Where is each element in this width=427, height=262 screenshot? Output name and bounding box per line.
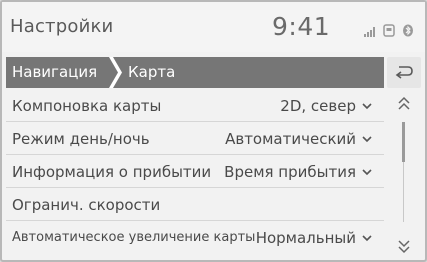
bluetooth-icon — [402, 22, 414, 41]
setting-row-day-night-mode[interactable]: Режим день/ночь Автоматический — [6, 123, 384, 155]
back-arrow-icon — [395, 66, 413, 79]
signal-icon — [364, 22, 378, 41]
setting-value: Автоматический — [225, 130, 356, 148]
double-chevron-up-icon[interactable] — [397, 96, 411, 112]
setting-value: Нормальный — [255, 229, 356, 247]
setting-row-map-layout[interactable]: Компоновка карты 2D, север — [6, 90, 384, 122]
page-title: Настройки — [10, 16, 114, 37]
double-chevron-down-icon[interactable] — [397, 238, 411, 254]
status-icons — [364, 22, 420, 37]
breadcrumb: Навигация Карта — [6, 57, 384, 88]
phone-icon — [383, 22, 395, 41]
setting-row-speed-limit[interactable]: Огранич. скорости — [6, 189, 384, 221]
setting-label: Компоновка карты — [12, 97, 162, 115]
status-bar: Настройки 9:41 — [2, 2, 425, 52]
setting-value: 2D, север — [280, 97, 356, 115]
chevron-down-icon — [362, 103, 372, 110]
setting-row-auto-zoom[interactable]: Автоматическое увеличение карты Нормальн… — [6, 222, 384, 258]
breadcrumb-item-map: Карта — [128, 63, 176, 81]
breadcrumb-separator-icon — [109, 57, 123, 88]
chevron-down-icon — [362, 136, 372, 143]
chevron-down-icon — [362, 235, 372, 242]
clock: 9:41 — [272, 12, 331, 41]
breadcrumb-item-navigation[interactable]: Навигация — [12, 57, 97, 88]
chevron-down-icon — [362, 169, 372, 176]
scrollbar[interactable] — [387, 90, 421, 260]
back-button[interactable] — [387, 57, 421, 88]
setting-label: Автоматическое увеличение карты — [12, 230, 256, 245]
setting-row-arrival-info[interactable]: Информация о прибытии Время прибытия — [6, 156, 384, 188]
scroll-thumb[interactable] — [402, 122, 405, 162]
setting-value: Время прибытия — [224, 163, 356, 181]
settings-screen: Настройки 9:41 Навигация Карта Компоновк… — [0, 0, 427, 262]
setting-label: Режим день/ночь — [12, 130, 150, 148]
setting-label: Информация о прибытии — [12, 163, 212, 181]
setting-label: Огранич. скорости — [12, 196, 161, 214]
